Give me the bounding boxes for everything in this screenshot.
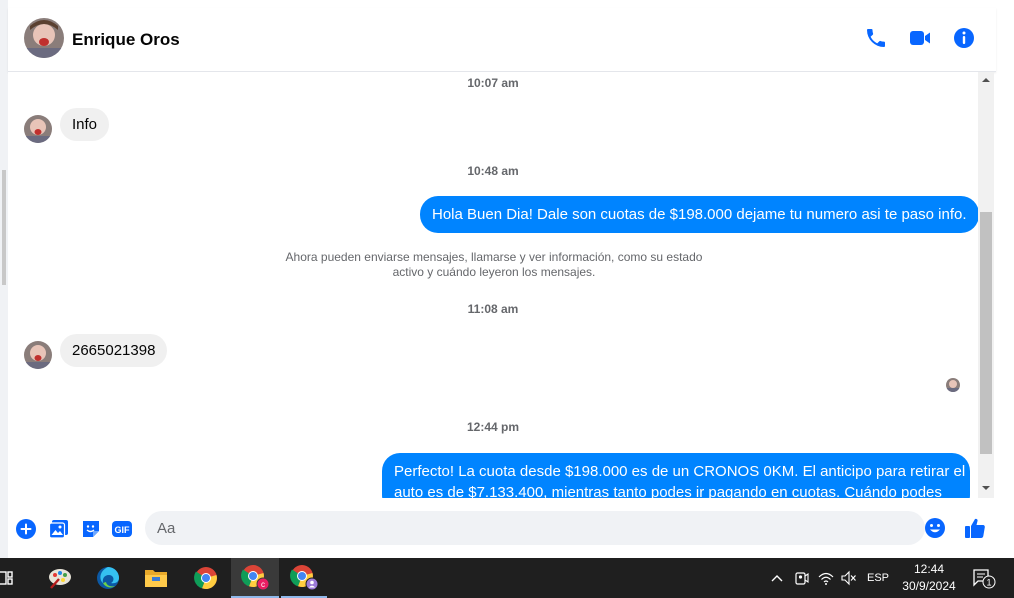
clock-date: 30/9/2024 [902,579,956,593]
conversation-header: Enrique Oros [8,8,996,72]
message-line: auto es de $7.133.400, mientras tanto po… [394,484,942,498]
message-line: Perfecto! La cuota desde $198.000 es de … [394,463,966,480]
info-icon[interactable] [952,26,976,50]
chrome-profile-c-icon[interactable]: c [231,558,279,598]
emoji-icon[interactable] [924,517,946,539]
plus-icon[interactable] [15,518,37,540]
chrome-profile-person-icon[interactable] [281,558,327,598]
outgoing-message[interactable]: Perfecto! La cuota desde $198.000 es de … [382,453,970,498]
wifi-icon[interactable] [815,558,837,598]
thumbs-up-icon[interactable] [963,516,987,540]
gif-icon[interactable]: GIF [111,518,133,540]
windows-taskbar: c ESP 12:44 30/9/2024 1 [0,558,1014,598]
notice-line: Ahora pueden enviarse mensajes, llamarse… [285,250,703,264]
paint-icon[interactable] [37,558,83,598]
video-camera-icon[interactable] [908,26,932,50]
scroll-down-arrow-icon[interactable] [978,480,994,496]
scroll-up-arrow-icon[interactable] [978,72,994,88]
file-explorer-icon[interactable] [133,558,179,598]
incoming-message[interactable]: 2665021398 [60,334,168,367]
thread-scrollbar[interactable] [978,72,994,498]
privacy-notice: Ahora pueden enviarse mensajes, llamarse… [278,250,710,280]
scroll-thumb[interactable] [980,212,992,454]
notification-count: 1 [986,578,991,588]
message-thread[interactable]: 10:07 am Info 10:48 am Hola Buen Dia! Da… [8,72,978,498]
sticker-icon[interactable] [80,518,102,540]
phone-icon[interactable] [864,26,888,50]
left-scroll-thumb[interactable] [2,170,6,285]
right-panel-edge [996,0,1014,558]
notification-center-icon[interactable]: 1 [968,558,998,598]
message-composer: GIF [8,498,996,558]
profile-badge-letter: c [261,580,265,589]
task-view-icon[interactable] [0,558,22,598]
message-input[interactable] [145,511,925,545]
meet-now-icon[interactable] [790,558,812,598]
avatar-photo [24,18,64,58]
left-panel-edge [0,0,8,558]
timestamp: 10:07 am [467,76,519,90]
chrome-icon[interactable] [183,558,229,598]
edge-icon[interactable] [85,558,131,598]
volume-muted-icon[interactable] [838,558,860,598]
incoming-message[interactable]: Info [60,108,110,141]
language-label: ESP [866,572,889,584]
input-language-indicator[interactable]: ESP [862,558,894,598]
gif-label: GIF [115,525,131,535]
photo-icon[interactable] [48,518,70,540]
clock-time: 12:44 [913,562,945,576]
contact-avatar[interactable] [24,18,64,58]
timestamp: 12:44 pm [466,420,520,434]
outgoing-message[interactable]: Hola Buen Dia! Dale son cuotas de $198.0… [420,196,978,233]
sender-avatar[interactable] [24,341,52,369]
show-hidden-icons-chevron-icon[interactable] [766,558,788,598]
timestamp: 11:08 am [467,302,519,316]
window-top-strip [0,0,1014,8]
seen-indicator-avatar [946,378,960,392]
notice-line: activo y cuándo leyeron los mensajes. [392,265,596,279]
timestamp: 10:48 am [467,164,519,178]
sender-avatar[interactable] [24,115,52,143]
system-clock[interactable]: 12:44 30/9/2024 [892,561,966,595]
contact-name[interactable]: Enrique Oros [72,30,180,50]
